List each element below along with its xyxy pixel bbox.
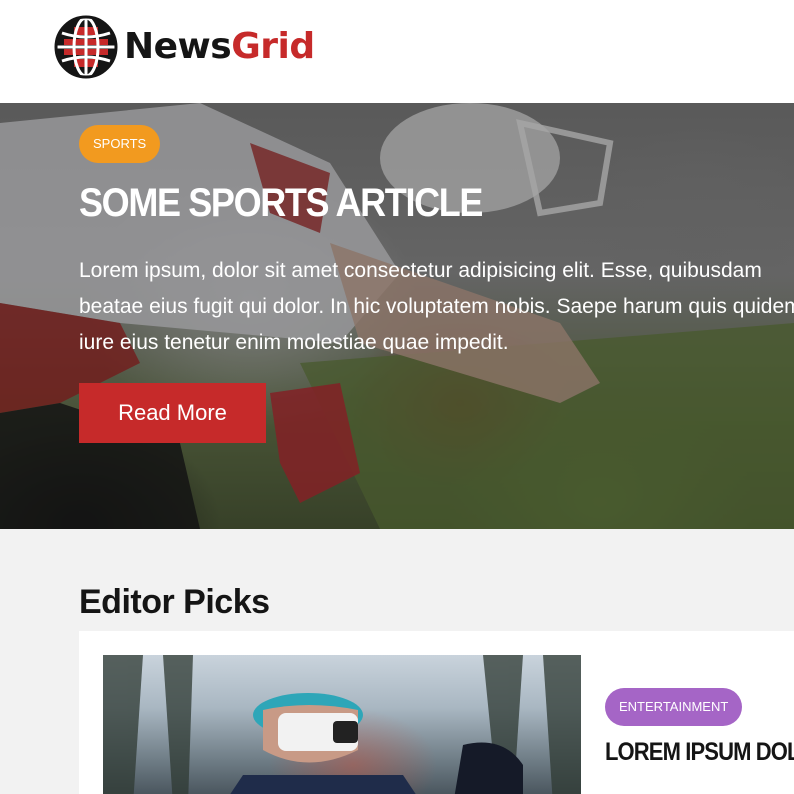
logo[interactable]: NewsGrid xyxy=(54,15,315,79)
read-more-button[interactable]: Read More xyxy=(79,383,266,443)
category-badge-entertainment[interactable]: ENTERTAINMENT xyxy=(605,688,743,726)
logo-text-news: News xyxy=(124,26,232,67)
site-header: NewsGrid xyxy=(0,0,794,103)
logo-text: NewsGrid xyxy=(124,29,315,65)
logo-text-grid: Grid xyxy=(231,26,315,67)
pick-image-art xyxy=(103,655,581,794)
category-badge-sports[interactable]: SPORTS xyxy=(79,125,161,163)
editor-pick-card[interactable]: ENTERTAINMENT LOREM IPSUM DOLOR xyxy=(79,631,794,794)
globe-icon xyxy=(54,15,118,79)
hero-text: Lorem ipsum, dolor sit amet consectetur … xyxy=(79,259,794,354)
pick-title[interactable]: LOREM IPSUM DOLOR xyxy=(605,738,794,767)
pick-image xyxy=(103,655,581,794)
hero-title: SOME SPORTS ARTICLE xyxy=(79,181,483,225)
hero-banner: SPORTS SOME SPORTS ARTICLE Lorem ipsum, … xyxy=(0,103,794,529)
editor-picks-title: Editor Picks xyxy=(79,583,270,621)
